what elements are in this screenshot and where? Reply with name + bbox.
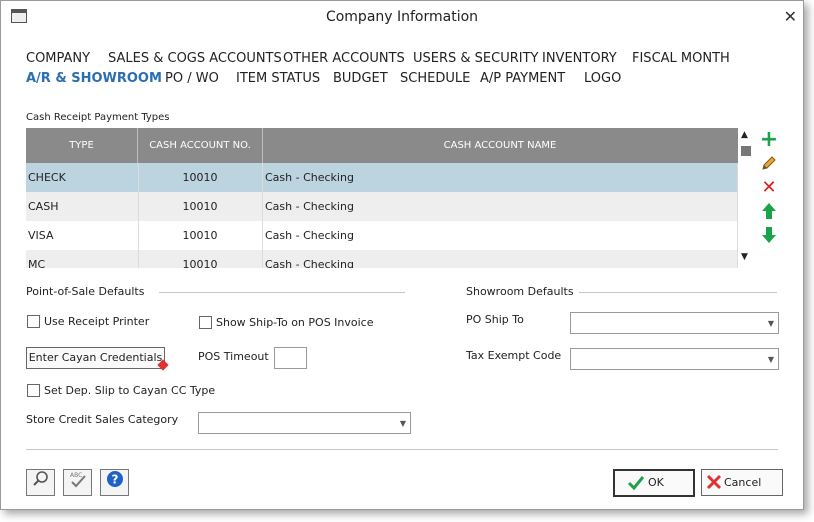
enter-cayan-credentials-button[interactable]: Enter Cayan Credentials [26, 347, 165, 369]
move-down-icon[interactable] [759, 226, 779, 246]
show-ship-to-label: Show Ship-To on POS Invoice [216, 316, 374, 329]
showroom-section-label: Showroom Defaults [466, 285, 574, 298]
pos-timeout-input[interactable] [274, 347, 307, 369]
spell-check-icon: ABC [70, 472, 86, 488]
spell-check-button[interactable]: ABC [63, 469, 92, 496]
chevron-down-icon: ▼ [767, 355, 774, 364]
pos-timeout-label: POS Timeout [198, 350, 269, 363]
tax-exempt-select[interactable]: ▼ [570, 348, 779, 370]
edit-pencil-icon[interactable] [759, 154, 779, 174]
chevron-down-icon: ▼ [399, 419, 406, 428]
cell-type: VISA [26, 221, 139, 250]
cell-account-name: Cash - Checking [263, 163, 738, 192]
window-title: Company Information [325, 9, 479, 25]
cell-type: CHECK [26, 163, 139, 192]
svg-text:ABC: ABC [70, 472, 82, 479]
cell-account-name: Cash - Checking [263, 221, 738, 250]
cell-account-no: 10010 [138, 221, 263, 250]
tab-fiscal-month[interactable]: FISCAL MONTH [632, 51, 730, 66]
use-receipt-printer-label: Use Receipt Printer [44, 315, 150, 328]
show-ship-to-checkbox[interactable] [199, 316, 212, 329]
search-icon [32, 471, 48, 486]
tab-po-wo[interactable]: PO / WO [165, 71, 219, 86]
pos-section-divider [159, 292, 405, 293]
cancel-label: Cancel [724, 476, 762, 489]
cell-account-no: 10010 [138, 250, 263, 268]
checkmark-icon [627, 476, 645, 491]
column-header-type[interactable]: TYPE [26, 128, 138, 163]
tax-exempt-label: Tax Exempt Code [466, 349, 562, 362]
close-icon[interactable]: ✕ [784, 7, 797, 26]
cancel-button[interactable]: Cancel [701, 469, 783, 496]
table-row[interactable]: CHECK 10010 Cash - Checking [26, 163, 738, 192]
store-credit-label: Store Credit Sales Category [26, 413, 179, 426]
ok-button[interactable]: OK [613, 469, 695, 497]
tab-other-accounts[interactable]: OTHER ACCOUNTS [283, 51, 405, 66]
table-row[interactable]: MC 10010 Cash - Checking [26, 250, 738, 268]
add-icon[interactable]: + [759, 129, 779, 151]
column-header-account-no[interactable]: CASH ACCOUNT NO. [138, 128, 263, 163]
use-receipt-printer-checkbox[interactable] [27, 315, 40, 328]
footer-divider [26, 449, 778, 450]
tab-sales-cogs-accounts[interactable]: SALES & COGS ACCOUNTS [108, 51, 282, 66]
tab-ar-showroom[interactable]: A/R & SHOWROOM [26, 71, 162, 86]
grid-header: TYPE CASH ACCOUNT NO. CASH ACCOUNT NAME [26, 128, 738, 163]
scroll-down-icon[interactable]: ▼ [741, 252, 748, 262]
tab-company[interactable]: COMPANY [26, 51, 90, 66]
showroom-section-divider [579, 292, 777, 293]
store-credit-select[interactable]: ▼ [198, 412, 411, 434]
set-dep-slip-checkbox[interactable] [27, 384, 40, 397]
tab-inventory[interactable]: INVENTORY [542, 51, 617, 66]
search-button[interactable] [26, 469, 55, 496]
ok-label: OK [648, 476, 664, 489]
tab-schedule[interactable]: SCHEDULE [400, 71, 470, 86]
title-bar: Company Information ✕ [1, 1, 803, 33]
po-ship-to-select[interactable]: ▼ [570, 312, 779, 334]
help-button[interactable]: ? [100, 469, 129, 496]
svg-text:?: ? [111, 473, 118, 487]
help-icon: ? [106, 471, 123, 487]
tab-budget[interactable]: BUDGET [333, 71, 388, 86]
company-information-window: Company Information ✕ COMPANY SALES & CO… [0, 0, 804, 510]
cash-receipt-grid: TYPE CASH ACCOUNT NO. CASH ACCOUNT NAME … [26, 128, 738, 268]
cell-account-no: 10010 [138, 192, 263, 221]
scroll-thumb[interactable] [741, 146, 751, 156]
scroll-up-icon[interactable]: ▲ [741, 130, 748, 140]
tab-users-security[interactable]: USERS & SECURITY [413, 51, 538, 66]
cell-type: MC [26, 250, 139, 268]
move-up-icon[interactable] [759, 202, 779, 222]
cell-type: CASH [26, 192, 139, 221]
table-row[interactable]: CASH 10010 Cash - Checking [26, 192, 738, 221]
cell-account-no: 10010 [138, 163, 263, 192]
tab-ap-payment[interactable]: A/P PAYMENT [480, 71, 565, 86]
chevron-down-icon: ▼ [767, 319, 774, 328]
cell-account-name: Cash - Checking [263, 250, 738, 268]
tab-item-status[interactable]: ITEM STATUS [236, 71, 320, 86]
cancel-x-icon [706, 474, 722, 490]
cash-receipt-section-label: Cash Receipt Payment Types [26, 112, 170, 123]
set-dep-slip-label: Set Dep. Slip to Cayan CC Type [44, 384, 216, 397]
column-header-account-name[interactable]: CASH ACCOUNT NAME [263, 128, 737, 163]
tab-logo[interactable]: LOGO [584, 71, 621, 86]
pos-section-label: Point-of-Sale Defaults [26, 285, 145, 298]
cell-account-name: Cash - Checking [263, 192, 738, 221]
delete-icon[interactable]: ✕ [759, 178, 779, 198]
po-ship-to-label: PO Ship To [466, 313, 524, 326]
table-row[interactable]: VISA 10010 Cash - Checking [26, 221, 738, 250]
grid-scrollbar[interactable]: ▲ ▼ [739, 128, 753, 268]
